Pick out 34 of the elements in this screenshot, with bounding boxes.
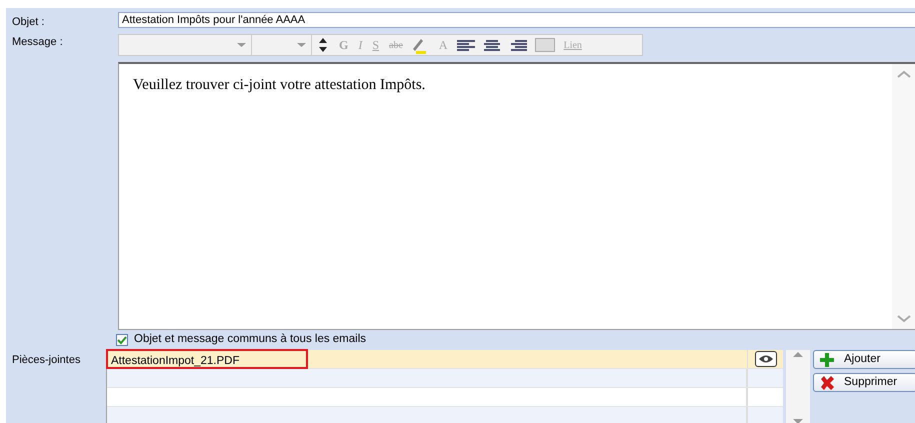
scroll-up-icon[interactable]: [897, 70, 911, 78]
image-icon[interactable]: [534, 38, 555, 52]
subject-field[interactable]: Attestation Impôts pour l'année AAAA: [118, 12, 915, 28]
eye-icon: [758, 354, 774, 364]
checkbox[interactable]: [116, 334, 128, 346]
scroll-up-icon[interactable]: [793, 352, 803, 357]
align-left-icon[interactable]: [456, 38, 475, 52]
checkbox-label: Objet et message communs à tous les emails: [134, 332, 366, 348]
align-center-icon[interactable]: [482, 38, 501, 52]
format-button[interactable]: abe: [384, 35, 408, 55]
plus-icon: [820, 352, 834, 366]
caret-icon: [297, 43, 306, 47]
format-button[interactable]: Lien: [558, 35, 587, 55]
preview-button[interactable]: [754, 351, 776, 367]
scrollbar[interactable]: [892, 64, 915, 329]
field-label: Message :: [11, 35, 64, 50]
file-name: AttestationImpot_21.PDF: [107, 350, 307, 368]
format-button[interactable]: A: [434, 35, 453, 55]
add-button[interactable]: Ajouter: [813, 350, 915, 369]
checkmark-icon: [117, 335, 127, 345]
scrollbar[interactable]: [786, 350, 810, 423]
cross-icon: [820, 376, 834, 390]
caret-icon: [237, 43, 246, 47]
field-label: Objet :: [11, 15, 46, 30]
table-row[interactable]: AttestationImpot_21.PDF: [107, 350, 783, 369]
scroll-down-icon[interactable]: [897, 315, 911, 323]
spinner-icon[interactable]: [318, 37, 328, 53]
message-text: Veuillez trouver ci-joint votre attestation Impôts.: [132, 76, 426, 95]
scroll-down-icon[interactable]: [793, 419, 803, 423]
format-button[interactable]: I: [353, 35, 368, 55]
align-right-icon[interactable]: [508, 38, 527, 52]
format-button[interactable]: G: [334, 35, 354, 55]
delete-button[interactable]: Supprimer: [813, 373, 915, 392]
format-button[interactable]: S: [367, 35, 384, 55]
